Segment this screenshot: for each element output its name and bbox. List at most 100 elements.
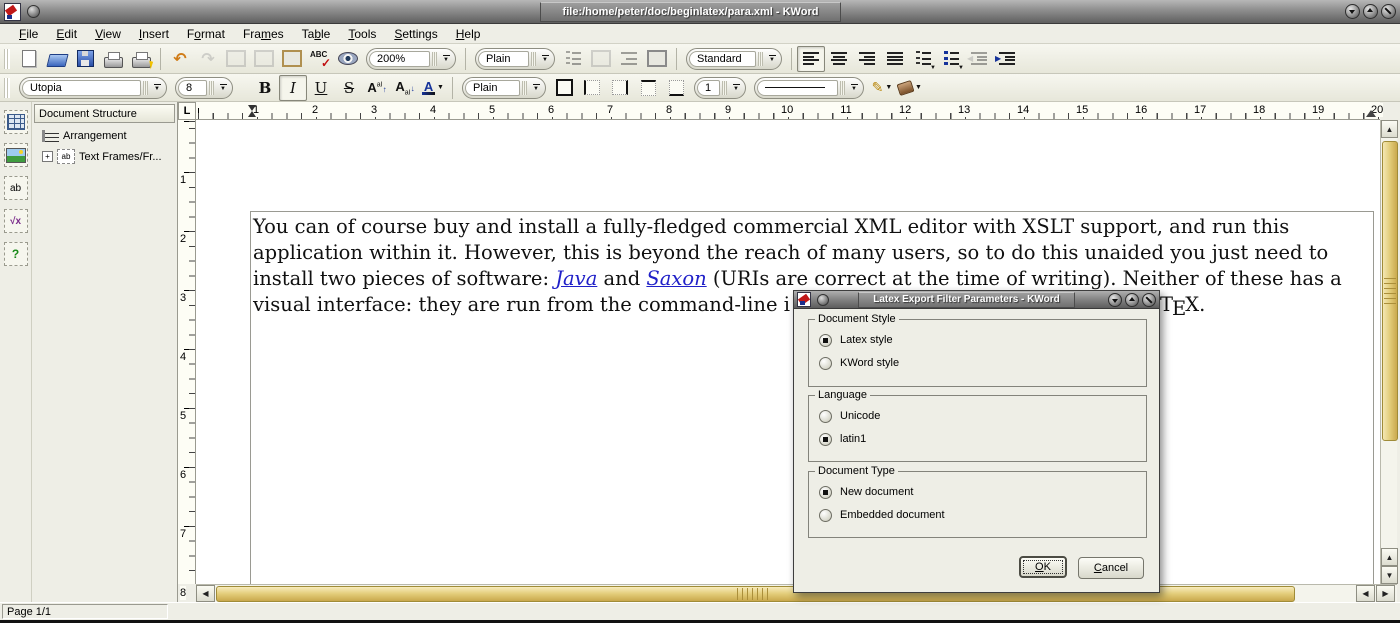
zoom-combobox[interactable]: 200% ▼ — [366, 48, 456, 70]
chevron-down-icon[interactable]: ▼ — [150, 84, 164, 92]
open-button[interactable] — [43, 46, 71, 72]
chevron-down-icon[interactable]: ▼ — [765, 55, 779, 63]
expand-icon[interactable]: + — [42, 151, 53, 162]
font-family-combobox[interactable]: Utopia ▼ — [19, 77, 167, 99]
chevron-down-icon[interactable]: ▼ — [439, 55, 453, 63]
radio-kword-style[interactable]: KWord style — [819, 355, 899, 371]
paragraph-style-value[interactable]: Plain — [478, 51, 529, 67]
print-button[interactable] — [99, 46, 127, 72]
tree-item-arrangement[interactable]: Arrangement — [42, 130, 177, 142]
table-style-value[interactable]: Standard — [689, 51, 756, 67]
menu-insert[interactable]: Insert — [130, 27, 178, 41]
horizontal-ruler[interactable]: 1234567891011121314151617181920 — [196, 102, 1380, 120]
chevron-down-icon[interactable]: ▼ — [847, 84, 861, 92]
chevron-down-icon[interactable]: ▼ — [729, 84, 743, 92]
maximize-button[interactable] — [1125, 293, 1139, 307]
text-color-button[interactable]: A▼ — [419, 75, 447, 101]
tab-stop-selector[interactable]: L — [178, 102, 196, 120]
save-button[interactable] — [71, 46, 99, 72]
align-left-button[interactable] — [797, 46, 825, 72]
insert-picture-button[interactable] — [4, 143, 28, 167]
new-document-button[interactable] — [15, 46, 43, 72]
link-java[interactable]: Java — [555, 267, 597, 290]
close-icon[interactable] — [1381, 4, 1396, 19]
toolbar-grip[interactable] — [4, 78, 10, 98]
align-center-button[interactable] — [825, 46, 853, 72]
menu-help[interactable]: Help — [447, 27, 490, 41]
radio-unicode[interactable]: Unicode — [819, 408, 880, 424]
chevron-down-icon[interactable]: ▼ — [538, 55, 552, 63]
border-color-button[interactable]: ✎▼ — [868, 75, 896, 101]
scroll-left-button[interactable]: ◀ — [1356, 585, 1375, 602]
spellcheck-button[interactable]: ABC ✓ — [306, 46, 334, 72]
font-family-value[interactable]: Utopia — [22, 80, 141, 96]
link-saxon[interactable]: Saxon — [646, 267, 706, 290]
create-frame-style-button[interactable] — [587, 46, 615, 72]
scroll-up-button[interactable]: ▲ — [1381, 548, 1398, 566]
border-top-button[interactable] — [634, 75, 662, 101]
menu-table[interactable]: Table — [293, 27, 340, 41]
radio-latex-style[interactable]: Latex style — [819, 332, 893, 348]
superscript-button[interactable]: AaI↑ — [363, 75, 391, 101]
insert-text-frame-button[interactable]: ab — [4, 176, 28, 200]
border-left-button[interactable] — [578, 75, 606, 101]
menu-tools[interactable]: Tools — [339, 27, 385, 41]
indent-marker[interactable] — [248, 111, 256, 117]
ok-button[interactable]: OK — [1019, 556, 1067, 578]
scroll-right-button[interactable]: ▶ — [1376, 585, 1395, 602]
frame-style-combobox[interactable]: Plain ▼ — [462, 77, 546, 99]
strikethrough-button[interactable]: S — [335, 75, 363, 101]
delete-frame-button[interactable] — [250, 46, 278, 72]
border-width-combobox[interactable]: 1 ▼ — [694, 77, 746, 99]
radio-latin1[interactable]: latin1 — [819, 431, 866, 447]
radio-embedded-document[interactable]: Embedded document — [819, 507, 945, 523]
undo-button[interactable]: ↶ — [166, 46, 194, 72]
border-bottom-button[interactable] — [662, 75, 690, 101]
underline-button[interactable]: U — [307, 75, 335, 101]
scroll-up-button[interactable]: ▲ — [1381, 120, 1398, 138]
frame-style-value[interactable]: Plain — [465, 80, 520, 96]
document-canvas[interactable]: You can of course buy and install a full… — [196, 120, 1380, 584]
scroll-down-button[interactable]: ▼ — [1381, 566, 1398, 584]
paragraph-style-combobox[interactable]: Plain ▼ — [475, 48, 555, 70]
border-style-value[interactable] — [757, 80, 838, 96]
chevron-down-icon[interactable]: ▼ — [216, 84, 230, 92]
bullet-list-button[interactable]: ▼ — [937, 46, 965, 72]
menu-settings[interactable]: Settings — [385, 27, 446, 41]
sticky-button[interactable] — [817, 294, 829, 306]
frame-properties-button[interactable] — [278, 46, 306, 72]
font-size-combobox[interactable]: 8 ▼ — [175, 77, 233, 99]
menu-edit[interactable]: Edit — [47, 27, 86, 41]
shade-button[interactable] — [1345, 4, 1360, 19]
sticky-button[interactable] — [27, 5, 40, 18]
dialog-titlebar[interactable]: Latex Export Filter Parameters - KWord — [794, 291, 1159, 309]
shade-button[interactable] — [1108, 293, 1122, 307]
subscript-button[interactable]: AaI↓ — [391, 75, 419, 101]
paragraph-layout-button[interactable] — [615, 46, 643, 72]
menu-frames[interactable]: Frames — [234, 27, 293, 41]
italic-button[interactable]: I — [279, 75, 307, 101]
kword-app-icon[interactable] — [4, 3, 21, 21]
maximize-button[interactable] — [1363, 4, 1378, 19]
border-right-button[interactable] — [606, 75, 634, 101]
increase-indent-button[interactable]: ▶ — [993, 46, 1021, 72]
right-indent-marker[interactable] — [1366, 110, 1376, 117]
frame-borders-button[interactable] — [643, 46, 671, 72]
zoom-value[interactable]: 200% — [369, 51, 430, 67]
vertical-ruler[interactable]: 12345678 — [178, 120, 196, 584]
edit-frame-button[interactable] — [222, 46, 250, 72]
close-icon[interactable] — [1142, 293, 1156, 307]
vertical-scrollbar[interactable]: ▲ ▲ ▼ — [1380, 120, 1397, 584]
numbered-list-button[interactable]: ▼ — [909, 46, 937, 72]
font-size-value[interactable]: 8 — [178, 80, 207, 96]
background-color-button[interactable]: ▼ — [896, 75, 924, 101]
scroll-left-button[interactable]: ◀ — [196, 585, 215, 602]
menu-file[interactable]: File — [10, 27, 47, 41]
vertical-scrollbar-thumb[interactable] — [1382, 141, 1398, 441]
border-outline-button[interactable] — [550, 75, 578, 101]
cancel-button[interactable]: Cancel — [1078, 557, 1144, 579]
kword-app-icon[interactable] — [797, 292, 811, 307]
align-right-button[interactable] — [853, 46, 881, 72]
bold-button[interactable]: B — [251, 75, 279, 101]
insert-table-button[interactable] — [4, 110, 28, 134]
